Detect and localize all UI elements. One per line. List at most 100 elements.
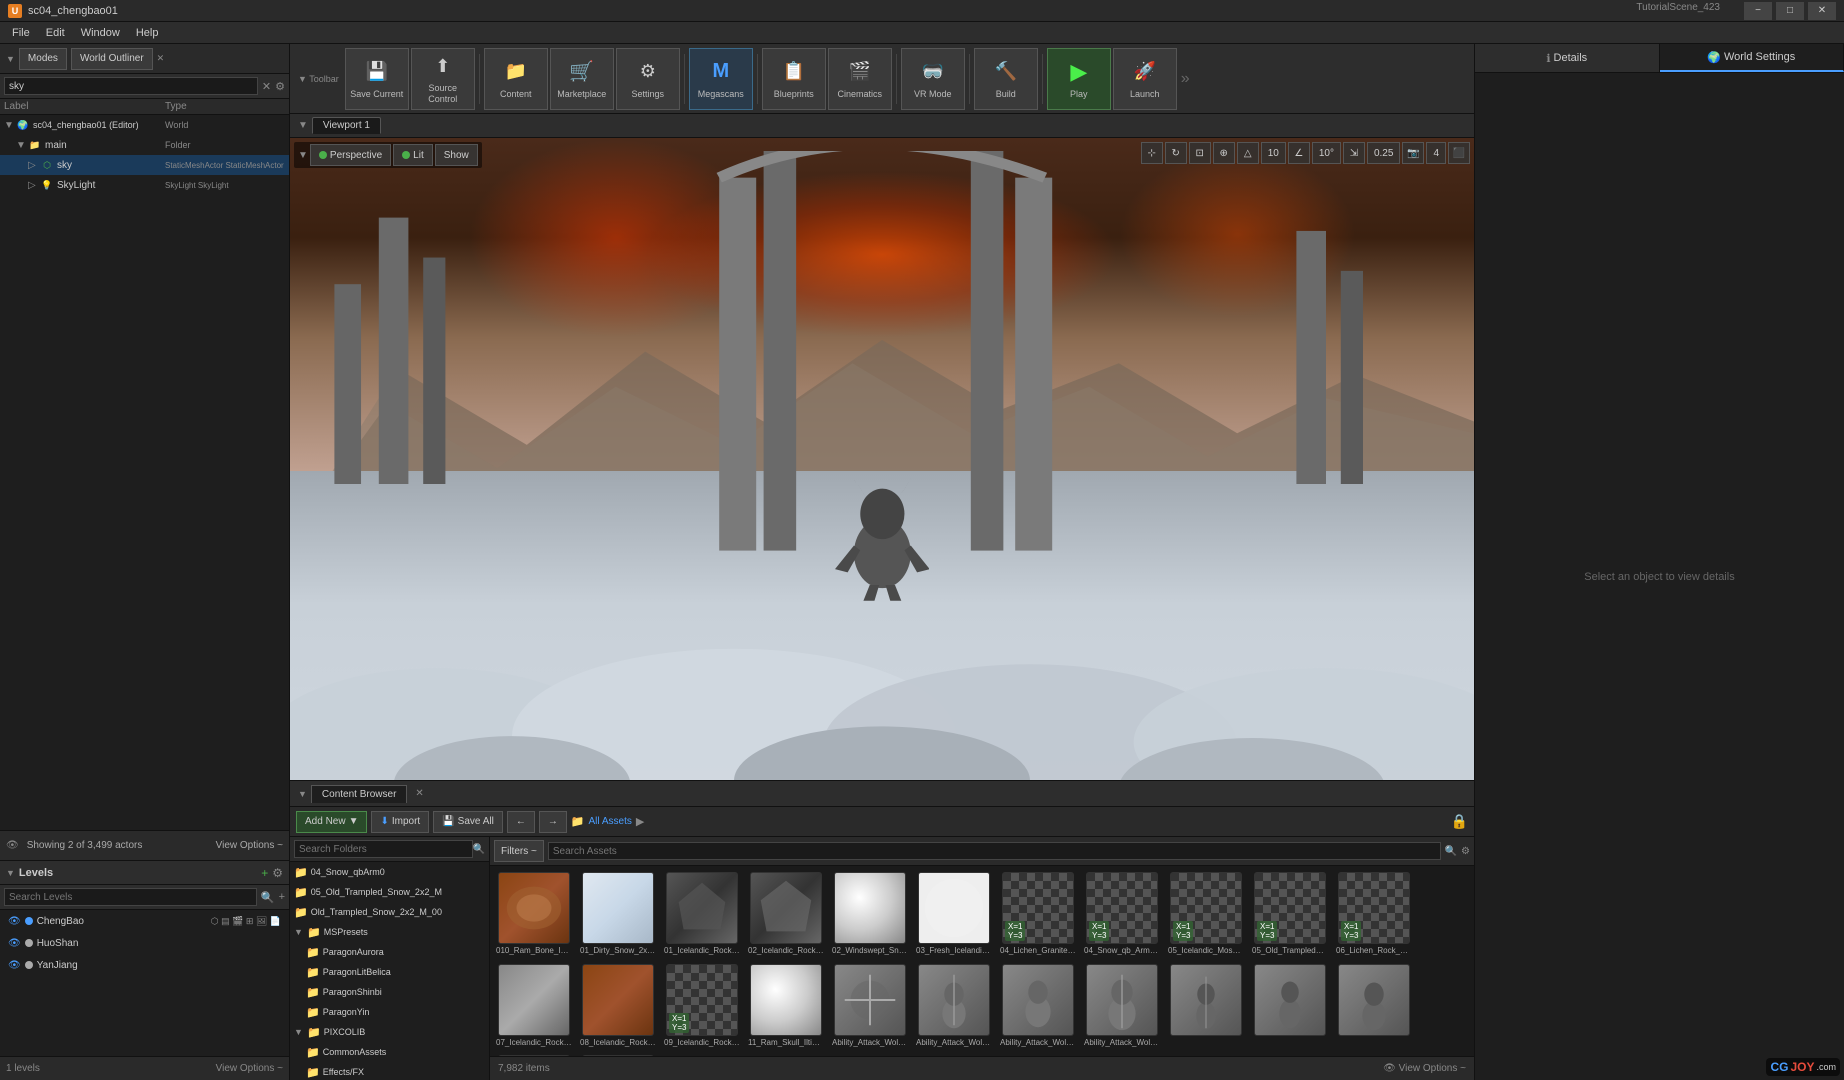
viewport[interactable]: ▼ Perspective Lit Show ⊹ ↻ ⊡ xyxy=(290,138,1474,780)
cb-lock-icon[interactable]: 🔒 xyxy=(1451,813,1468,830)
menu-window[interactable]: Window xyxy=(73,25,128,41)
megascans-button[interactable]: M Megascans xyxy=(689,48,753,110)
level-item-yanjiang[interactable]: 👁 YanJiang xyxy=(0,954,289,976)
scale-snap-icon[interactable]: ⇲ xyxy=(1343,142,1365,164)
asset-item-a1[interactable]: 010_Ram_Bone_Icucgajfa_2K_inst xyxy=(494,870,574,958)
expand-pixcolib[interactable]: ▼ xyxy=(294,1027,304,1037)
cb-tab-close[interactable]: ✕ xyxy=(415,788,423,799)
asset-item-b10[interactable]: Ability_Attack_Wolves_Start_Target xyxy=(1082,962,1162,1050)
modes-button[interactable]: Modes xyxy=(19,48,67,70)
asset-item-b3[interactable]: 07_Icelandic_Rock_Assembly_skill xyxy=(494,962,574,1050)
details-tab[interactable]: ℹ Details xyxy=(1475,44,1660,72)
asset-item-c3[interactable] xyxy=(1334,962,1414,1050)
play-button[interactable]: ▶ Play xyxy=(1047,48,1111,110)
save-current-button[interactable]: 💾 Save Current xyxy=(345,48,409,110)
camera-speed-icon[interactable]: 📷 xyxy=(1402,142,1424,164)
folder-mspresets[interactable]: ▼ 📁 MSPresets xyxy=(290,922,489,942)
asset-item-c5[interactable] xyxy=(578,1053,658,1056)
asset-item-b4[interactable]: 08_Icelandic_Rock_Plates_Assembly_taer2_… xyxy=(578,962,658,1050)
folder-pixcolib[interactable]: ▼ 📁 PIXCOLIB xyxy=(290,1022,489,1042)
asset-item-c1[interactable] xyxy=(1166,962,1246,1050)
asset-item-b6[interactable]: 11_Ram_Skull_Iltiel2fa_2K_inst xyxy=(746,962,826,1050)
levels-search-input[interactable] xyxy=(4,888,257,906)
minimize-button[interactable]: − xyxy=(1744,2,1772,20)
asset-item-b8[interactable]: Ability_Attack_Wolves_Cast_L2 xyxy=(914,962,994,1050)
asset-item-a5[interactable]: 02_Windswept_Snowy_Stones_2x2_M_sevlmad_… xyxy=(830,870,910,958)
level-item-chengbao[interactable]: 👁 ChengBao ⬡ ▤ 🎬 ⊞ 🖼 📄 xyxy=(0,910,289,932)
folder-commonassets[interactable]: 📁 CommonAssets xyxy=(290,1042,489,1062)
folder-paragonshinbi[interactable]: 📁 ParagonShinbi xyxy=(290,982,489,1002)
folder-snow-arm0[interactable]: 📁 04_Snow_qbArm0 xyxy=(290,862,489,882)
outliner-search-input[interactable] xyxy=(4,77,258,95)
source-control-button[interactable]: ⬆ Source Control xyxy=(411,48,475,110)
back-button[interactable]: ← xyxy=(507,811,535,833)
expand-icon-sc04[interactable]: ▼ xyxy=(4,120,16,131)
import-button[interactable]: ⬇ Import xyxy=(371,811,429,833)
local-icon[interactable]: ⊕ xyxy=(1213,142,1235,164)
viewport-tab-arrow[interactable]: ▼ xyxy=(298,120,308,131)
asset-item-a4[interactable]: 02_Icelandic_Rock_Assembly xyxy=(746,870,826,958)
asset-item-c2[interactable] xyxy=(1250,962,1330,1050)
outliner-item-skylight[interactable]: ▷ 💡 SkyLight SkyLight SkyLight xyxy=(0,175,289,195)
folder-paragonaurora[interactable]: 📁 ParagonAurora xyxy=(290,942,489,962)
world-settings-tab[interactable]: 🌍 World Settings xyxy=(1660,44,1844,72)
expand-icon-skylight[interactable]: ▷ xyxy=(28,180,40,191)
asset-item-a6[interactable]: 03_Fresh_Icelandic_Rock_Assembly xyxy=(914,870,994,958)
level-vis-icon-yanjiang[interactable]: 👁 xyxy=(8,960,21,971)
toolbar-more-icon[interactable]: » xyxy=(1181,70,1190,88)
outliner-item-main[interactable]: ▼ 📁 main Folder xyxy=(0,135,289,155)
menu-help[interactable]: Help xyxy=(128,25,167,41)
translate-icon[interactable]: ⊹ xyxy=(1141,142,1163,164)
folder-paragonlitbelica[interactable]: 📁 ParagonLitBelica xyxy=(290,962,489,982)
add-level-icon[interactable]: + xyxy=(261,866,268,880)
asset-item-b2[interactable]: X=1Y=3 06_Lichen_Rock_qluup_2K_inst xyxy=(1334,870,1414,958)
blueprints-button[interactable]: 📋 Blueprints xyxy=(762,48,826,110)
levels-add-icon[interactable]: + xyxy=(279,891,285,903)
asset-item-c4[interactable] xyxy=(494,1053,574,1056)
menu-edit[interactable]: Edit xyxy=(38,25,73,41)
cb-tab-main[interactable]: Content Browser xyxy=(311,785,407,803)
levels-view-options-btn[interactable]: View Options ~ xyxy=(216,1063,283,1074)
folder-effectsfx[interactable]: 📁 Effects/FX xyxy=(290,1062,489,1080)
outliner-item-sc04[interactable]: ▼ 🌍 sc04_chengbao01 (Editor) World xyxy=(0,115,289,135)
viewport-settings-arrow[interactable]: ▼ xyxy=(298,150,308,161)
asset-item-b7[interactable]: Ability_Attack_Wolves_Cast_L2 xyxy=(830,962,910,1050)
asset-item-a8[interactable]: X=1Y=3 04_Snow_qb_Arm0_4K_inst xyxy=(1082,870,1162,958)
folder-old-trampled-00[interactable]: 📁 Old_Trampled_Snow_2x2_M_00 xyxy=(290,902,489,922)
build-button[interactable]: 🔨 Build xyxy=(974,48,1038,110)
outliner-item-sky[interactable]: ▷ ⬡ sky StaticMeshActor StaticMeshActor xyxy=(0,155,289,175)
outliner-settings-icon[interactable]: ⚙ xyxy=(275,80,285,93)
outliner-close-icon[interactable]: ✕ xyxy=(262,80,271,93)
folder-old-trampled[interactable]: 📁 05_Old_Trampled_Snow_2x2_M xyxy=(290,882,489,902)
expand-icon-main[interactable]: ▼ xyxy=(16,140,28,151)
world-outliner-button[interactable]: World Outliner xyxy=(71,48,153,70)
cb-settings-icon[interactable]: ⚙ xyxy=(1461,846,1470,857)
level-item-huoshan[interactable]: 👁 HuoShan xyxy=(0,932,289,954)
marketplace-button[interactable]: 🛒 Marketplace xyxy=(550,48,614,110)
content-button[interactable]: 📁 Content xyxy=(484,48,548,110)
save-all-button[interactable]: 💾 Save All xyxy=(433,811,503,833)
levels-search-icon[interactable]: 🔍 xyxy=(261,891,275,904)
level-vis-icon-huoshan[interactable]: 👁 xyxy=(8,938,21,949)
level-vis-icon-chengbao[interactable]: 👁 xyxy=(8,916,21,927)
scale-icon[interactable]: ⊡ xyxy=(1189,142,1211,164)
maximize-viewport-icon[interactable]: ⬛ xyxy=(1448,142,1470,164)
rotate-icon[interactable]: ↻ xyxy=(1165,142,1187,164)
lit-button[interactable]: Lit xyxy=(393,144,433,166)
close-button[interactable]: ✕ xyxy=(1808,2,1836,20)
asset-item-b1[interactable]: X=1Y=3 05_Old_Trampled_Snow_2x2_M_inst xyxy=(1250,870,1330,958)
viewport-tab-1[interactable]: Viewport 1 xyxy=(312,117,381,134)
add-new-button[interactable]: Add New ▼ xyxy=(296,811,367,833)
settings-button[interactable]: ⚙ Settings xyxy=(616,48,680,110)
asset-item-b5[interactable]: X=1Y=3 09_Icelandic_Rock_Assembly xyxy=(662,962,742,1050)
expand-icon-sky[interactable]: ▷ xyxy=(28,160,40,171)
asset-item-a9[interactable]: X=1Y=3 05_Icelandic_Mossy_Rock_lhkafbida… xyxy=(1166,870,1246,958)
cb-view-options-btn[interactable]: 👁 View Options ~ xyxy=(1383,1063,1466,1074)
menu-file[interactable]: File xyxy=(4,25,38,41)
assets-search-input[interactable] xyxy=(548,842,1441,860)
view-options-btn[interactable]: View Options ~ xyxy=(216,840,283,851)
maximize-button[interactable]: □ xyxy=(1776,2,1804,20)
asset-item-a7[interactable]: X=1Y=3 04_Lichen_Granite_royrW_2K_inst xyxy=(998,870,1078,958)
all-assets-path[interactable]: All Assets xyxy=(589,816,632,827)
levels-settings-icon[interactable]: ⚙ xyxy=(272,866,283,880)
